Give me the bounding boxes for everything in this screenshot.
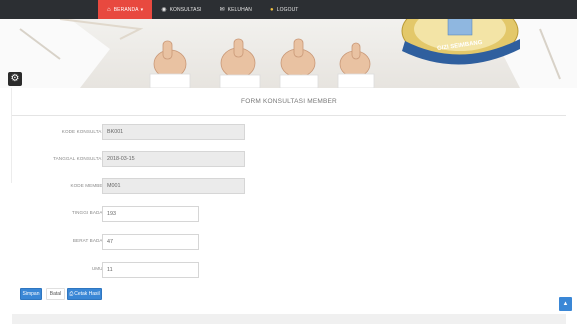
globe-icon: ◉ — [161, 7, 167, 13]
umur-input[interactable]: 11 — [102, 262, 199, 278]
nav-label-keluhan: KELUHAN — [227, 6, 252, 13]
top-navbar: ⌂ BERANDA ▾ ◉ KONSULTASI ✉ KELUHAN ● LOG… — [0, 0, 577, 19]
label-umur: UMUR — [91, 266, 106, 271]
home-icon: ⌂ — [107, 6, 111, 13]
label-kode-member: KODE MEMBER — [70, 183, 106, 188]
nav-item-logout[interactable]: ● LOGOUT — [261, 0, 307, 19]
title-divider — [12, 115, 566, 116]
footer-bar — [12, 314, 566, 324]
cancel-button[interactable]: Batal — [46, 288, 65, 300]
berat-badan-input[interactable]: 47 — [102, 234, 199, 250]
save-button[interactable]: Simpan — [20, 288, 42, 300]
nav-label-logout: LOGOUT — [276, 6, 299, 13]
kode-member-field[interactable]: M001 — [102, 178, 245, 194]
nav-item-beranda[interactable]: ⌂ BERANDA ▾ — [98, 0, 153, 19]
nav-label-konsultasi: KONSULTASI — [169, 6, 202, 13]
label-tinggi-badan: TINGGI BADAN — [71, 210, 106, 215]
banner-illustration — [0, 19, 577, 88]
print-icon: ⎙ — [69, 291, 74, 297]
kode-konsultasi-field[interactable]: BK001 — [102, 124, 245, 140]
header-banner: GIZI SEIMBANG — [0, 19, 577, 88]
nav-label-beranda: BERANDA — [113, 6, 139, 13]
form-title: FORM KONSULTASI MEMBER — [241, 98, 337, 105]
consultation-form: FORM KONSULTASI MEMBER KODE KONSULTASI B… — [12, 88, 566, 310]
nav-item-konsultasi[interactable]: ◉ KONSULTASI — [152, 0, 210, 19]
label-berat-badan: BERAT BADAN — [72, 238, 106, 243]
nav-menu: ⌂ BERANDA ▾ ◉ KONSULTASI ✉ KELUHAN ● LOG… — [98, 0, 307, 19]
chevron-up-icon: ▲ — [562, 301, 569, 307]
chevron-down-icon: ▾ — [140, 6, 144, 13]
scroll-to-top-button[interactable]: ▲ — [559, 297, 572, 311]
user-icon: ● — [269, 6, 274, 13]
nav-item-keluhan[interactable]: ✉ KELUHAN — [211, 0, 261, 19]
tinggi-badan-input[interactable]: 193 — [102, 206, 199, 222]
label-tanggal-konsultasi: TANGGAL KONSULTASI — [53, 156, 106, 161]
settings-button[interactable]: ⚙ — [8, 72, 22, 86]
print-result-button[interactable]: ⎙ Cetak Hasil — [67, 288, 102, 300]
chat-icon: ✉ — [219, 7, 225, 13]
label-kode-konsultasi: KODE KONSULTASI — [61, 129, 106, 134]
tanggal-konsultasi-field[interactable]: 2018-03-15 — [102, 151, 245, 167]
gear-icon: ⚙ — [10, 73, 20, 84]
print-result-label: Cetak Hasil — [74, 291, 100, 297]
